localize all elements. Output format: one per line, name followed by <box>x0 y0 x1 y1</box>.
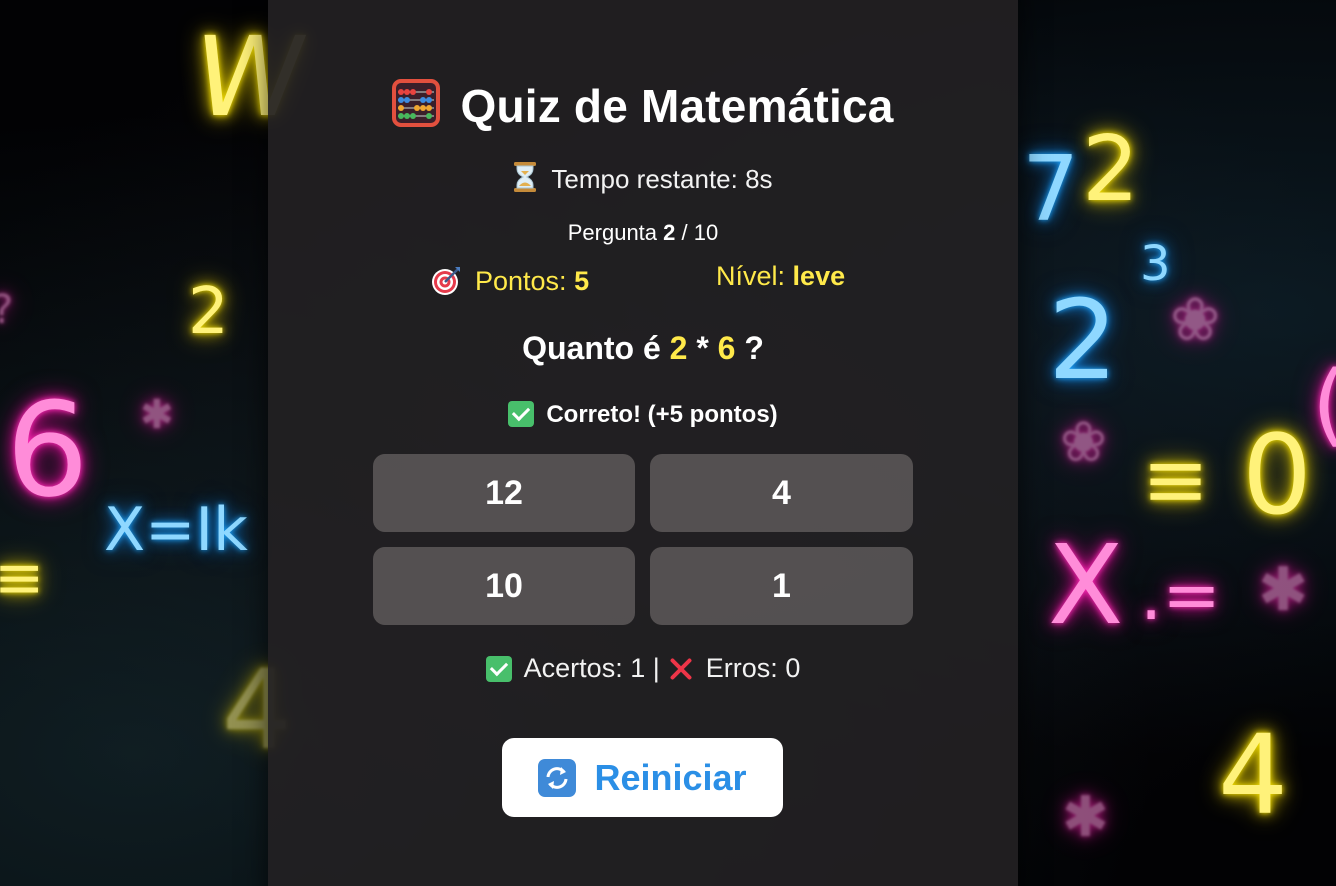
background-neon-glyph: ✱ <box>1062 785 1109 850</box>
operator: * <box>696 330 709 366</box>
answer-button[interactable]: 12 <box>373 454 635 532</box>
answer-button[interactable]: 4 <box>650 454 913 532</box>
background-neon-glyph: ✱ <box>1258 555 1309 625</box>
background-neon-glyph: ? <box>0 290 13 330</box>
errors-label: Erros: <box>705 653 778 683</box>
score: Pontos: 5 <box>431 266 589 303</box>
feedback-message: Correto! (+5 pontos) <box>268 401 1018 429</box>
feedback-text: Correto! (+5 pontos) <box>546 401 778 428</box>
background-neon-glyph: 0 <box>1242 411 1312 539</box>
answer-button[interactable]: 1 <box>650 547 913 625</box>
level-label: Nível: <box>716 261 786 291</box>
background-neon-glyph: 2 <box>1082 117 1140 222</box>
quiz-card: Quiz de Matemática Tempo restante: 8s Pe… <box>268 0 1018 886</box>
progress-separator: / <box>681 220 688 245</box>
background-neon-glyph: 2 <box>188 275 229 349</box>
score-label: Pontos: <box>475 266 567 296</box>
background-neon-glyph: 3 <box>1140 236 1171 292</box>
abacus-icon <box>392 79 441 138</box>
question: Quanto é 2 * 6 ? <box>268 330 1018 367</box>
background-neon-glyph: .= <box>1140 554 1221 636</box>
check-mark-icon <box>508 401 535 427</box>
restart-label: Reiniciar <box>594 756 747 798</box>
title-text: Quiz de Matemática <box>460 80 894 132</box>
background-neon-glyph: X=Ik <box>104 495 248 565</box>
hourglass-icon <box>513 162 537 199</box>
timer-label: Tempo restante: <box>551 164 738 194</box>
hits-label: Acertos: <box>523 653 623 683</box>
progress-current: 2 <box>663 220 676 245</box>
target-icon <box>431 266 461 303</box>
background-neon-glyph: ❀ <box>1170 285 1221 355</box>
errors-value: 0 <box>785 653 801 683</box>
background-neon-glyph: ≡ <box>1142 433 1210 526</box>
stats-separator: | <box>652 653 660 683</box>
cross-mark-icon <box>668 656 694 682</box>
background-neon-glyph: 2 <box>1048 276 1118 404</box>
question-suffix: ? <box>744 330 764 366</box>
progress-total: 10 <box>693 220 719 245</box>
background-neon-glyph: ✱ <box>140 392 174 438</box>
progress-label: Pergunta <box>567 220 658 245</box>
restart-button[interactable]: Reiniciar <box>502 738 783 817</box>
stats: Acertos: 1 | Erros: 0 <box>268 653 1018 684</box>
page-title: Quiz de Matemática <box>268 79 1018 138</box>
operand-b: 6 <box>717 330 736 366</box>
question-progress: Pergunta 2 / 10 <box>268 220 1018 246</box>
level-value: leve <box>792 261 846 291</box>
check-mark-icon <box>485 656 512 682</box>
background-neon-glyph: ≡ <box>0 543 45 613</box>
background-neon-glyph: 6 <box>6 374 89 526</box>
hits-value: 1 <box>630 653 646 683</box>
operand-a: 2 <box>669 330 688 366</box>
answer-button[interactable]: 10 <box>373 547 635 625</box>
timer-value: 8s <box>745 164 773 194</box>
background-neon-glyph: ( <box>1312 360 1336 450</box>
level: Nível: leve <box>716 261 845 292</box>
timer: Tempo restante: 8s <box>268 162 1018 199</box>
score-value: 5 <box>574 266 590 296</box>
background-neon-glyph: X <box>1048 521 1124 649</box>
background-neon-glyph: ❀ <box>1060 410 1107 475</box>
answer-options: 12 4 10 1 <box>373 454 913 625</box>
background-neon-glyph: 4 <box>1218 711 1288 839</box>
question-prefix: Quanto é <box>522 330 661 366</box>
refresh-icon <box>538 758 577 797</box>
background-neon-glyph: 7 <box>1022 137 1080 242</box>
